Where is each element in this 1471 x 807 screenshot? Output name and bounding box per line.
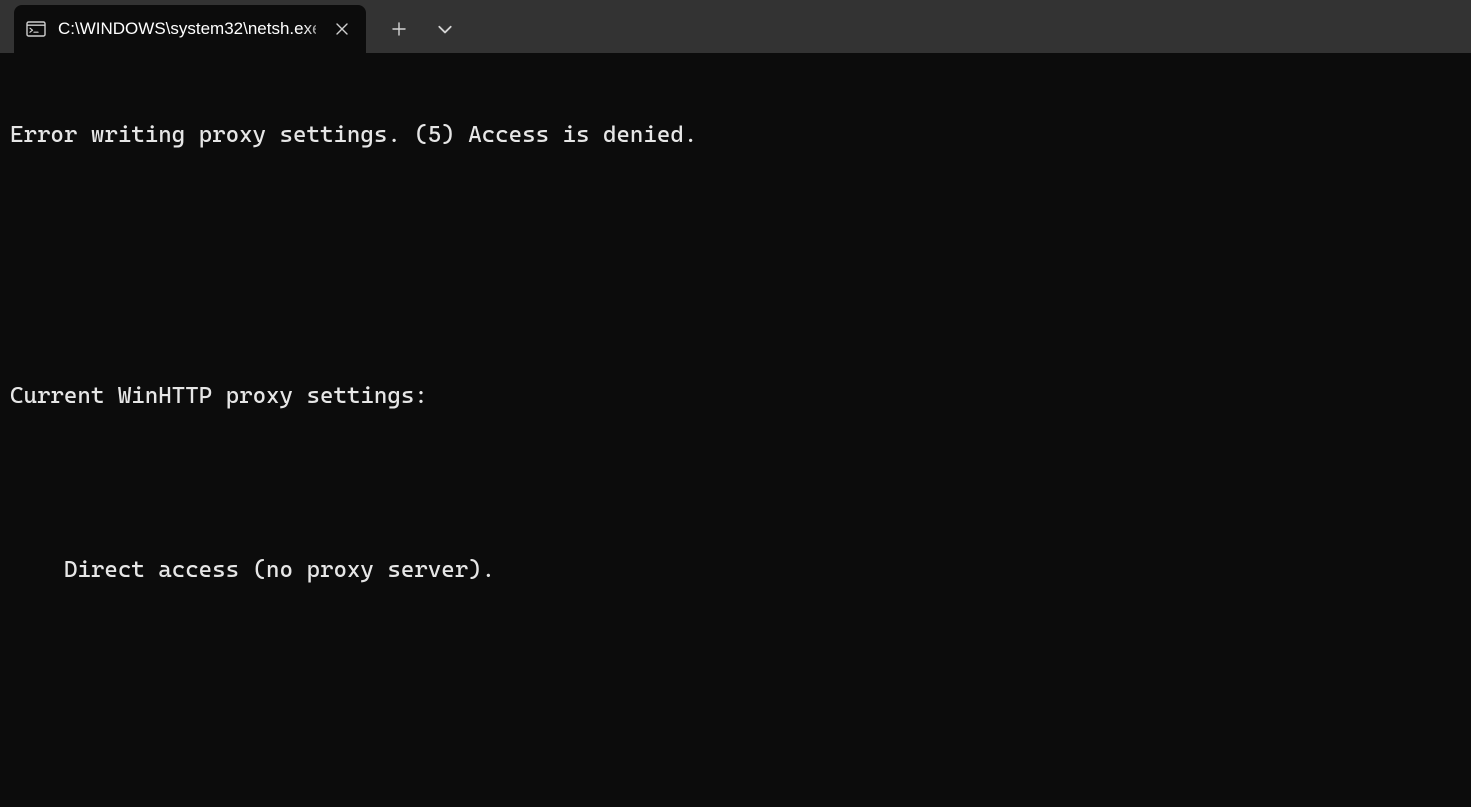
terminal-line-detail: Direct access (no proxy server). (10, 556, 1461, 585)
tab-bar: C:\WINDOWS\system32\netsh.exe (0, 0, 1471, 53)
new-tab-button[interactable] (376, 7, 422, 51)
terminal-tab[interactable]: C:\WINDOWS\system32\netsh.exe (14, 5, 366, 53)
terminal-blank-line (10, 643, 1461, 672)
close-tab-button[interactable] (328, 15, 356, 43)
terminal-line-heading: Current WinHTTP proxy settings: (10, 382, 1461, 411)
tab-title: C:\WINDOWS\system32\netsh.exe (58, 19, 316, 39)
terminal-blank-line (10, 295, 1461, 324)
terminal-line-error: Error writing proxy settings. (5) Access… (10, 121, 1461, 150)
terminal-output[interactable]: Error writing proxy settings. (5) Access… (0, 53, 1471, 807)
tab-dropdown-button[interactable] (422, 7, 468, 51)
terminal-blank-line (10, 469, 1461, 498)
terminal-tab-icon (26, 19, 46, 39)
terminal-blank-line (10, 730, 1461, 759)
terminal-blank-line (10, 208, 1461, 237)
